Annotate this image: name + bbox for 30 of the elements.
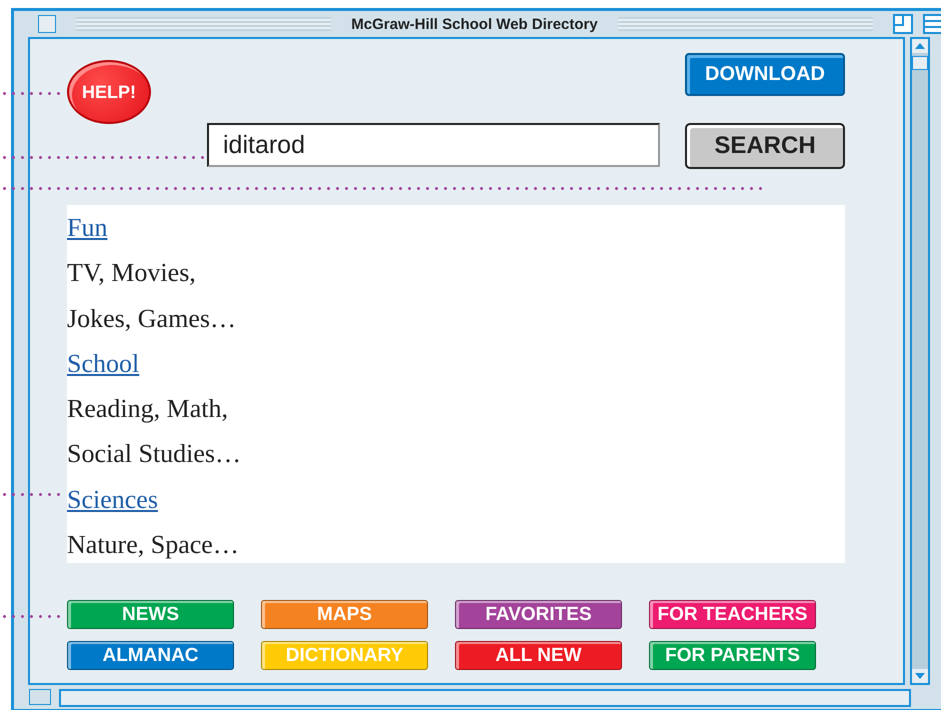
nav-button[interactable]: FOR PARENTS <box>649 641 816 670</box>
zoom-box-icon[interactable] <box>893 14 914 34</box>
help-button[interactable]: HELP! <box>67 60 151 124</box>
collapse-box-icon[interactable] <box>923 14 941 34</box>
close-box-icon[interactable] <box>38 15 56 33</box>
nav-button[interactable]: NEWS <box>67 600 234 629</box>
nav-button[interactable]: FOR TEACHERS <box>649 600 816 629</box>
category-link[interactable]: Fun <box>67 205 108 250</box>
window-title: McGraw-Hill School Web Directory <box>351 16 598 32</box>
vertical-scrollbar[interactable] <box>910 37 930 685</box>
search-button[interactable]: SEARCH <box>685 123 845 169</box>
category-description: Social Studies… <box>67 438 242 470</box>
category-description: Nature, Space… <box>67 529 239 562</box>
scroll-up-icon[interactable] <box>912 39 928 53</box>
search-field[interactable]: iditarod <box>207 123 660 167</box>
category-description: Reading, Math, <box>67 393 228 426</box>
category-link[interactable]: Sciences <box>67 476 158 522</box>
nav-button[interactable]: MAPS <box>261 600 428 629</box>
download-button[interactable]: DOWNLOAD <box>685 53 845 96</box>
category-link[interactable]: School <box>67 340 140 386</box>
scroll-thumb[interactable] <box>912 56 928 70</box>
resize-box-icon[interactable] <box>29 689 51 705</box>
leader-line <box>0 92 60 95</box>
category-description: Jokes, Games… <box>67 302 236 335</box>
category-description: TV, Movies, <box>67 257 196 290</box>
nav-button[interactable]: ALMANAC <box>67 641 234 670</box>
nav-button[interactable]: FAVORITES <box>455 600 622 629</box>
scroll-down-icon[interactable] <box>912 669 928 683</box>
nav-button[interactable]: ALL NEW <box>455 641 622 670</box>
horizontal-scrollbar[interactable] <box>59 689 911 707</box>
